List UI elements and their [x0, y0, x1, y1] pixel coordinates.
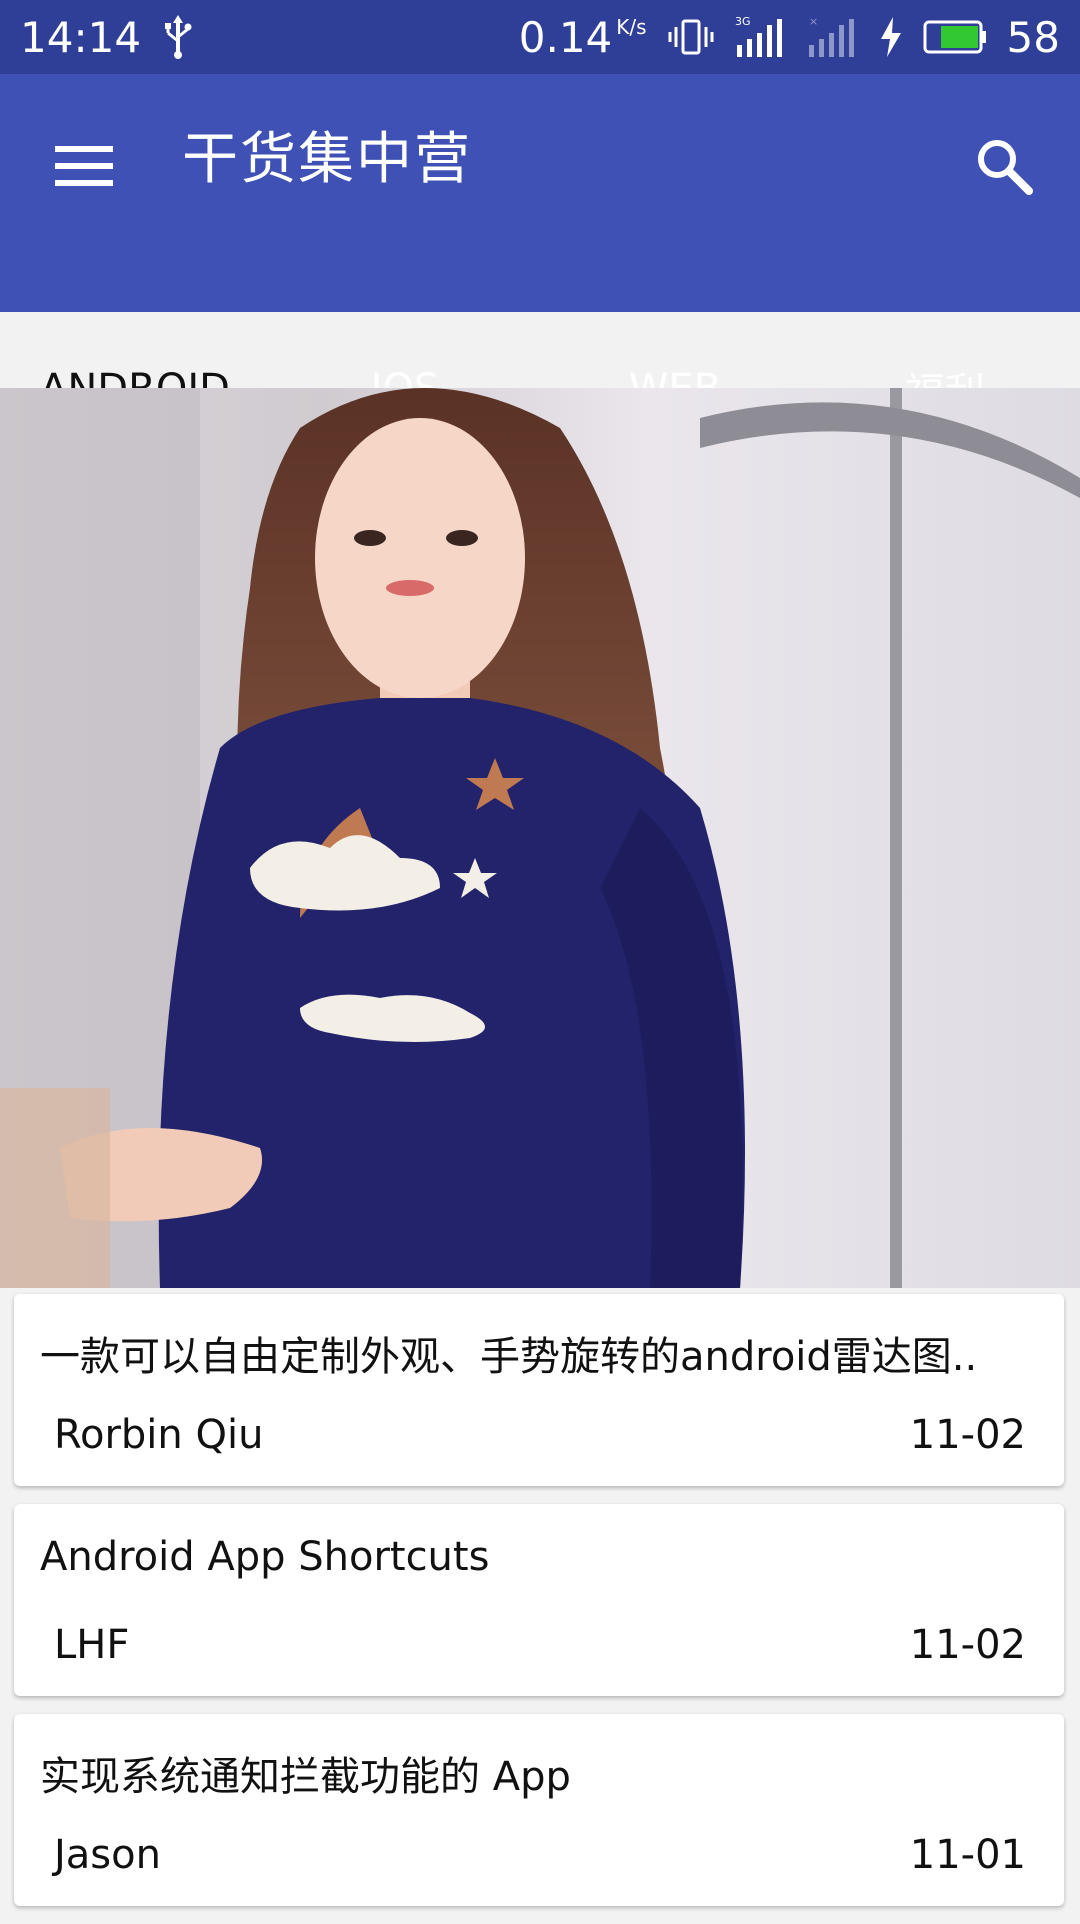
net-speed-value: 0.14	[518, 12, 613, 62]
search-button[interactable]	[964, 128, 1044, 208]
menu-icon	[55, 144, 113, 192]
usb-icon	[163, 15, 193, 59]
battery-level: 58	[1006, 12, 1060, 62]
app-toolbar: 干货集中营 ANDROID IOS WEB 福利	[0, 74, 1080, 464]
article-author: Rorbin Qiu	[54, 1412, 264, 1458]
net-speed-unit: K/s	[616, 14, 647, 39]
signal-icon: 3G	[735, 15, 787, 59]
article-title: Android App Shortcuts	[40, 1534, 490, 1580]
article-title: 实现系统通知拦截功能的 App	[40, 1754, 571, 1800]
charging-icon	[879, 17, 903, 57]
article-author: LHF	[54, 1622, 130, 1668]
article-date: 11-01	[909, 1832, 1026, 1878]
net-speed: 0.14 K/s	[519, 13, 647, 62]
article-author: Jason	[54, 1832, 161, 1878]
page-title: 干货集中营	[182, 127, 472, 192]
article-date: 11-02	[909, 1622, 1026, 1668]
vibrate-icon	[667, 17, 715, 57]
status-time: 14:14	[20, 12, 142, 62]
battery-icon	[923, 19, 987, 55]
menu-button[interactable]	[52, 136, 116, 200]
article-date: 11-02	[909, 1412, 1026, 1458]
article-card[interactable]: Android App Shortcuts LHF 11-02	[14, 1504, 1064, 1696]
article-title: 一款可以自由定制外观、手势旋转的android雷达图..	[40, 1334, 978, 1380]
status-bar: 14:14 0.14 K/s 3G × 58	[0, 0, 1080, 74]
article-card[interactable]: 实现系统通知拦截功能的 App Jason 11-01	[14, 1714, 1064, 1906]
article-list: 一款可以自由定制外观、手势旋转的android雷达图.. Rorbin Qiu …	[14, 1294, 1064, 1924]
feature-photo[interactable]	[0, 388, 1080, 1288]
search-icon	[975, 137, 1033, 199]
svg-text:×: ×	[809, 15, 818, 28]
signal-weak-icon: ×	[807, 15, 859, 59]
photo-illustration	[0, 388, 1080, 1288]
article-card[interactable]: 一款可以自由定制外观、手势旋转的android雷达图.. Rorbin Qiu …	[14, 1294, 1064, 1486]
network-type-label: 3G	[735, 15, 751, 28]
